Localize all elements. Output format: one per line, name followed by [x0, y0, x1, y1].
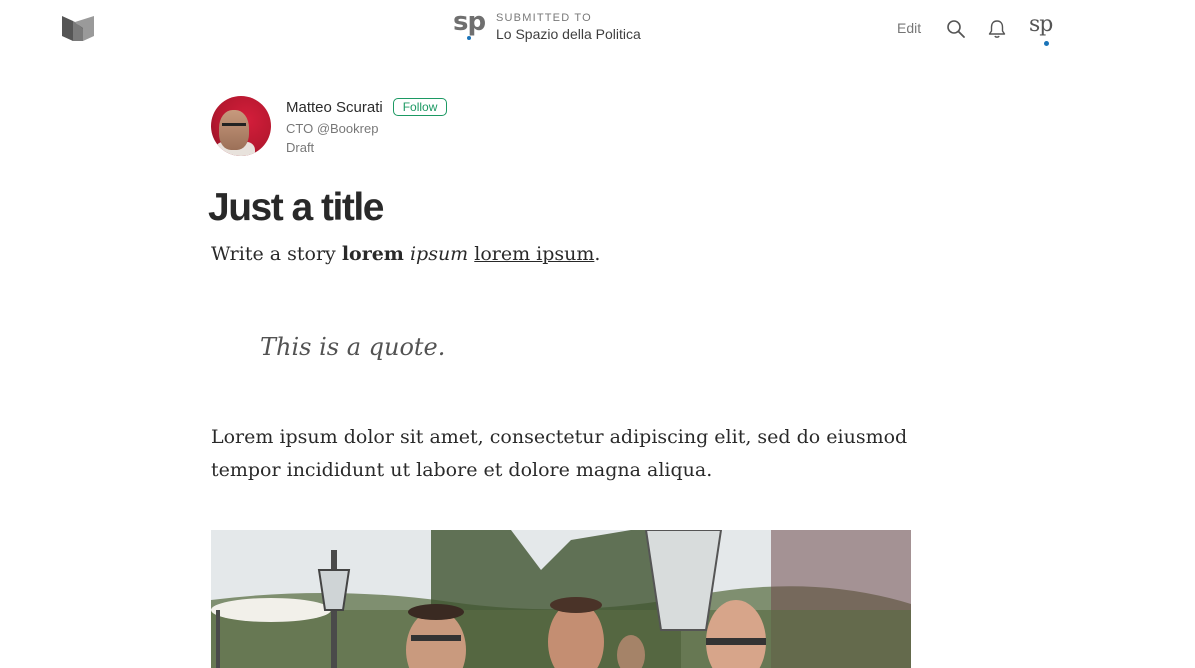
- publication-logo-mark: sp: [453, 7, 486, 37]
- lead-plain-text: Write a story: [211, 243, 342, 265]
- pull-quote[interactable]: This is a quote.: [260, 330, 445, 364]
- publication-name[interactable]: Lo Spazio della Politica: [496, 26, 641, 42]
- avatar-glasses-shape: [222, 123, 246, 126]
- author-avatar[interactable]: [211, 96, 271, 156]
- publication-text: SUBMITTED TO Lo Spazio della Politica: [496, 9, 641, 42]
- user-avatar[interactable]: sp: [1026, 12, 1062, 48]
- publication-logo: sp: [453, 9, 487, 43]
- article-photo[interactable]: [211, 530, 911, 668]
- publication-link[interactable]: sp SUBMITTED TO Lo Spazio della Politica: [453, 9, 641, 49]
- avatar-face-shape: [219, 110, 249, 150]
- submitted-to-label: SUBMITTED TO: [496, 12, 592, 24]
- article-title[interactable]: Just a title: [208, 186, 384, 230]
- lead-bold-text: lorem: [341, 243, 404, 265]
- author-block: Matteo Scurati Follow CTO @Bookrep Draft: [211, 96, 711, 158]
- author-info: Matteo Scurati Follow CTO @Bookrep Draft: [286, 98, 448, 155]
- lead-italic-text: ipsum: [409, 243, 469, 265]
- author-name[interactable]: Matteo Scurati: [286, 99, 383, 116]
- follow-button[interactable]: Follow: [392, 98, 448, 116]
- edit-button[interactable]: Edit: [897, 20, 921, 36]
- top-navigation-bar: sp SUBMITTED TO Lo Spazio della Politica…: [0, 0, 1195, 60]
- article-photo-illustration: [211, 530, 911, 668]
- search-icon[interactable]: [945, 18, 967, 40]
- lead-underlined-text: lorem ipsum: [474, 243, 595, 265]
- publication-logo-dot: [467, 36, 471, 40]
- article-lead[interactable]: Write a story lorem ipsum lorem ipsum.: [211, 240, 600, 268]
- bell-icon[interactable]: [986, 18, 1008, 40]
- user-avatar-mark: sp: [1029, 12, 1053, 37]
- user-avatar-dot: [1044, 41, 1049, 46]
- author-name-row: Matteo Scurati Follow: [286, 98, 448, 116]
- author-bio: CTO @Bookrep: [286, 121, 379, 136]
- body-paragraph[interactable]: Lorem ipsum dolor sit amet, consectetur …: [211, 421, 911, 487]
- post-status: Draft: [286, 140, 315, 155]
- lead-end-punctuation: .: [594, 243, 601, 265]
- medium-logo-icon[interactable]: [61, 15, 95, 42]
